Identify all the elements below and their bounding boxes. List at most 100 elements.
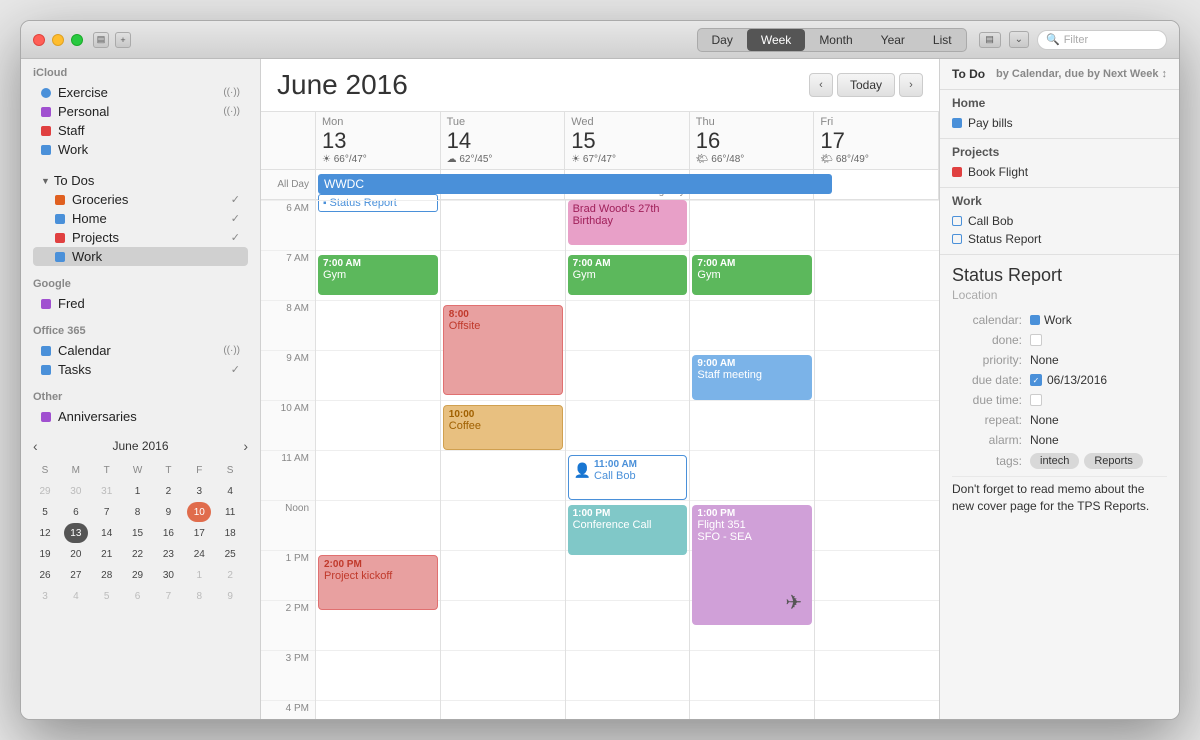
mini-day-25[interactable]: 25 [218,544,242,564]
mini-day-27[interactable]: 27 [64,565,88,585]
mini-day-18[interactable]: 18 [218,523,242,543]
mini-day-19[interactable]: 19 [33,544,57,564]
staff-meeting-event[interactable]: 9:00 AM Staff meeting [692,355,812,400]
prev-week-button[interactable]: ‹ [809,73,833,97]
todo-item-call-bob[interactable]: Call Bob [952,212,1167,230]
mini-day-23[interactable]: 23 [156,544,180,564]
filter-input[interactable]: 🔍 Filter [1037,30,1167,50]
mini-cal-prev[interactable]: ‹ [33,438,38,454]
sidebar-section-title-icloud: iCloud [33,67,248,79]
todo-item-pay-bills[interactable]: Pay bills [952,114,1167,132]
mini-day-22[interactable]: 22 [126,544,150,564]
offsite-event[interactable]: 8:00 Offsite [443,305,563,395]
mini-day-5-om3[interactable]: 5 [95,586,119,606]
gym-thu-event[interactable]: 7:00 AM Gym [692,255,812,295]
hour-4pm-fri [815,700,939,719]
mini-day-17[interactable]: 17 [187,523,211,543]
mini-day-3[interactable]: 3 [187,481,211,501]
add-event-button[interactable]: + [115,32,131,48]
checkmark-tasks-icon: ✓ [231,363,240,376]
todo-sort[interactable]: by Calendar, due by Next Week ↕ [996,68,1167,80]
sidebar-item-personal[interactable]: Personal ((·)) [33,102,248,121]
mini-day-29[interactable]: 29 [126,565,150,585]
mini-day-7[interactable]: 7 [95,502,119,522]
mini-day-8-om3[interactable]: 8 [187,586,211,606]
mini-day-26[interactable]: 26 [33,565,57,585]
mini-day-9[interactable]: 9 [156,502,180,522]
mini-day-16[interactable]: 16 [156,523,180,543]
tab-day[interactable]: Day [698,29,747,51]
mini-day-30[interactable]: 30 [156,565,180,585]
gym-mon-event[interactable]: 7:00 AM Gym [318,255,438,295]
mini-day-3-om3[interactable]: 3 [33,586,57,606]
mini-day-7-om3[interactable]: 7 [156,586,180,606]
wwdc-event[interactable]: WWDC [318,174,832,194]
tab-month[interactable]: Month [805,29,866,51]
mini-day-10-today[interactable]: 10 [187,502,211,522]
tab-week[interactable]: Week [747,29,805,51]
day-weather-mon: ☀ 66°/47° [322,154,434,165]
sidebar-item-exercise[interactable]: Exercise ((·)) [33,83,248,102]
mini-day-24[interactable]: 24 [187,544,211,564]
mini-day-6-om3[interactable]: 6 [126,586,150,606]
zoom-button[interactable] [71,34,83,46]
mini-day-1-om2[interactable]: 1 [187,565,211,585]
flight-351-event[interactable]: 1:00 PM Flight 351 SFO - SEA ✈ [692,505,812,625]
sidebar-item-calendar[interactable]: Calendar ((·)) [33,341,248,360]
conference-call-event[interactable]: 1:00 PM Conference Call [568,505,688,555]
mini-day-28[interactable]: 28 [95,565,119,585]
sidebar-item-anniversaries[interactable]: Anniversaries [33,407,248,426]
tab-list[interactable]: List [919,29,966,51]
due-time-checkbox[interactable] [1030,394,1042,406]
gym-wed-event[interactable]: 7:00 AM Gym [568,255,688,295]
sidebar-item-groceries[interactable]: Groceries ✓ [33,190,248,209]
next-week-button[interactable]: › [899,73,923,97]
tab-year[interactable]: Year [867,29,919,51]
coffee-event[interactable]: 10:00 Coffee [443,405,563,450]
mini-day-30om[interactable]: 30 [64,481,88,501]
mini-day-29om[interactable]: 29 [33,481,57,501]
mini-day-2[interactable]: 2 [156,481,180,501]
tag-reports[interactable]: Reports [1084,453,1143,469]
mini-day-2-om2[interactable]: 2 [218,565,242,585]
sidebar-item-tasks[interactable]: Tasks ✓ [33,360,248,379]
sidebar-item-fred[interactable]: Fred [33,294,248,313]
todo-item-status-report[interactable]: Status Report [952,230,1167,248]
mini-day-21[interactable]: 21 [95,544,119,564]
mini-day-5[interactable]: 5 [33,502,57,522]
project-kickoff-event[interactable]: 2:00 PM Project kickoff [318,555,438,610]
chevron-down-icon[interactable]: ⌄ [1009,31,1029,48]
mini-day-4-om3[interactable]: 4 [64,586,88,606]
sidebar-todos-header[interactable]: ▼ To Dos [33,171,248,190]
sidebar-item-projects[interactable]: Projects ✓ [33,228,248,247]
sidebar-item-home[interactable]: Home ✓ [33,209,248,228]
tag-intech[interactable]: intech [1030,453,1079,469]
done-checkbox[interactable] [1030,334,1042,346]
mini-day-6[interactable]: 6 [64,502,88,522]
mini-day-20[interactable]: 20 [64,544,88,564]
brad-birthday-event[interactable]: Brad Wood's 27th Birthday [568,200,688,245]
sidebar-item-staff[interactable]: Staff [33,121,248,140]
sidebar-toggle-button[interactable]: ▤ [93,32,109,48]
minimize-button[interactable] [52,34,64,46]
close-button[interactable] [33,34,45,46]
mini-day-13-sel[interactable]: 13 [64,523,88,543]
mini-day-8[interactable]: 8 [126,502,150,522]
mini-day-12[interactable]: 12 [33,523,57,543]
mini-day-14[interactable]: 14 [95,523,119,543]
panel-toggle[interactable]: ▤ [979,32,1001,48]
todo-item-book-flight[interactable]: Book Flight [952,163,1167,181]
mini-day-4[interactable]: 4 [218,481,242,501]
mini-day-31om[interactable]: 31 [95,481,119,501]
today-button[interactable]: Today [837,73,895,97]
mini-day-1[interactable]: 1 [126,481,150,501]
sidebar-section-google: Google Fred [21,270,260,317]
mini-day-9-om3[interactable]: 9 [218,586,242,606]
mini-day-11[interactable]: 11 [218,502,242,522]
sidebar-item-work-icloud[interactable]: Work [33,140,248,159]
mini-day-15[interactable]: 15 [126,523,150,543]
call-bob-event[interactable]: 👤 11:00 AM Call Bob [568,455,688,500]
due-date-checkbox[interactable]: ✓ [1030,374,1042,386]
sidebar-item-work-todos[interactable]: Work [33,247,248,266]
mini-cal-next[interactable]: › [243,438,248,454]
